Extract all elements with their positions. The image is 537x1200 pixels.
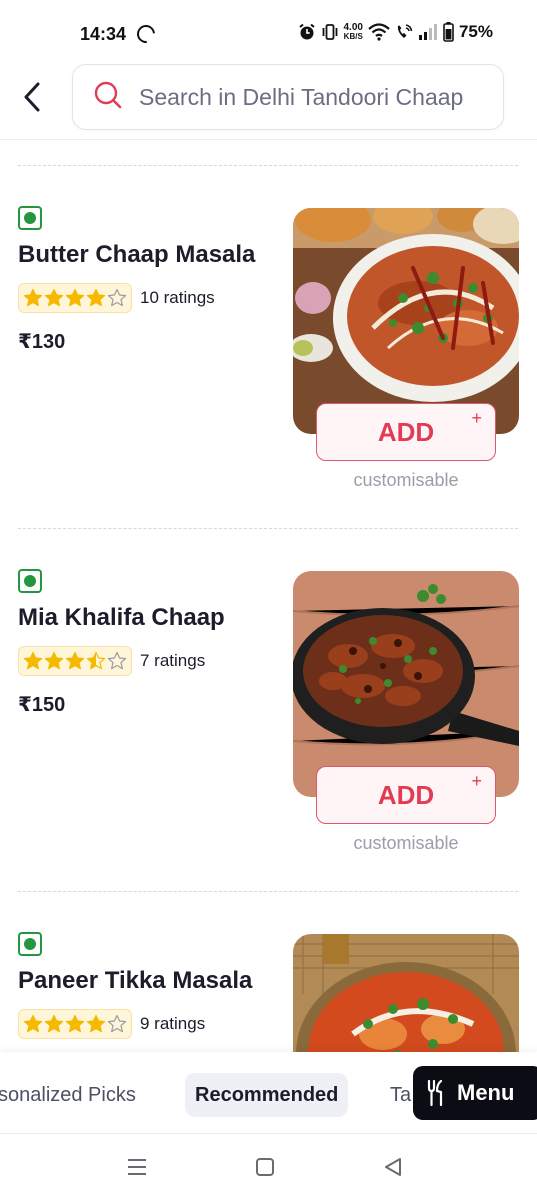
star-rating — [18, 646, 132, 676]
item-price: ₹150 — [18, 694, 66, 716]
cutlery-icon — [427, 1080, 443, 1106]
system-nav-bar — [0, 1134, 537, 1200]
add-button[interactable]: ADD + — [316, 403, 496, 461]
search-input[interactable]: Search in Delhi Tandoori Chaap — [72, 64, 504, 130]
wifi-call-icon — [395, 23, 413, 41]
dish-image[interactable] — [293, 208, 519, 434]
plus-icon: + — [471, 771, 482, 791]
recents-button[interactable] — [126, 1156, 148, 1183]
category-tab-bar: sonalized Picks Recommended Ta Menu — [0, 1052, 537, 1134]
star-full-icon — [23, 1014, 43, 1034]
status-icons: 4.00 KB/S 75% — [298, 22, 493, 42]
home-icon — [256, 1158, 274, 1176]
star-full-icon — [23, 288, 43, 308]
alarm-icon — [298, 23, 316, 41]
veg-indicator-icon — [18, 569, 42, 593]
star-full-icon — [23, 651, 43, 671]
divider — [18, 165, 518, 166]
menu-list[interactable]: Butter Chaap Masala 10 ratings ₹130 ADD … — [0, 140, 537, 1052]
star-full-icon — [86, 288, 106, 308]
rating-count: 10 ratings — [140, 288, 215, 307]
battery-percent: 75% — [458, 22, 493, 41]
menu-button[interactable]: Menu — [413, 1066, 537, 1120]
divider — [18, 528, 518, 529]
tab-recommended[interactable]: Recommended — [185, 1073, 349, 1117]
item-name: Paneer Tikka Masala — [18, 967, 253, 994]
star-full-icon — [44, 288, 64, 308]
star-full-icon — [65, 1014, 85, 1034]
star-half-icon — [86, 651, 106, 671]
customisable-label: customisable — [353, 833, 459, 853]
star-full-icon — [44, 651, 64, 671]
search-icon — [93, 80, 123, 115]
back-button[interactable] — [16, 79, 48, 115]
star-rating — [18, 1009, 132, 1039]
loading-icon — [133, 21, 159, 47]
item-name: Butter Chaap Masala — [18, 241, 256, 268]
plus-icon: + — [471, 408, 482, 428]
chevron-left-icon — [24, 82, 40, 112]
star-full-icon — [86, 1014, 106, 1034]
rating-count: 7 ratings — [140, 651, 206, 670]
back-triangle-icon — [385, 1158, 401, 1176]
wifi-icon — [368, 23, 390, 41]
rating-count: 9 ratings — [140, 1014, 206, 1033]
customisable-label: customisable — [353, 470, 459, 490]
status-bar: 14:34 4.00 KB/S 75% — [0, 0, 537, 66]
rating: 7 ratings — [18, 646, 205, 676]
veg-indicator-icon — [18, 932, 42, 956]
star-empty-icon — [107, 651, 127, 671]
star-full-icon — [44, 1014, 64, 1034]
net-speed: 4.00 KB/S — [343, 22, 363, 42]
rating: 10 ratings — [18, 283, 215, 313]
status-time: 14:34 — [80, 24, 127, 44]
menu-button-label: Menu — [457, 1080, 515, 1105]
header: Search in Delhi Tandoori Chaap — [0, 62, 537, 140]
system-back-button[interactable] — [383, 1156, 403, 1183]
tab-personalized-picks[interactable]: sonalized Picks — [0, 1073, 136, 1117]
battery-icon — [443, 22, 454, 42]
home-button[interactable] — [255, 1156, 275, 1183]
star-full-icon — [65, 288, 85, 308]
dish-image[interactable] — [293, 934, 519, 1052]
recents-icon — [128, 1159, 146, 1175]
star-empty-icon — [107, 1014, 127, 1034]
star-rating — [18, 283, 132, 313]
star-full-icon — [65, 651, 85, 671]
veg-indicator-icon — [18, 206, 42, 230]
tab-next[interactable]: Ta — [390, 1073, 411, 1117]
item-name: Mia Khalifa Chaap — [18, 604, 225, 631]
dish-image[interactable] — [293, 571, 519, 797]
star-empty-icon — [107, 288, 127, 308]
rating: 9 ratings — [18, 1009, 205, 1039]
signal-icon — [418, 24, 438, 40]
divider — [18, 891, 518, 892]
add-button[interactable]: ADD + — [316, 766, 496, 824]
vibrate-icon — [321, 23, 339, 41]
search-placeholder: Search in Delhi Tandoori Chaap — [139, 83, 464, 110]
item-price: ₹130 — [18, 331, 66, 353]
